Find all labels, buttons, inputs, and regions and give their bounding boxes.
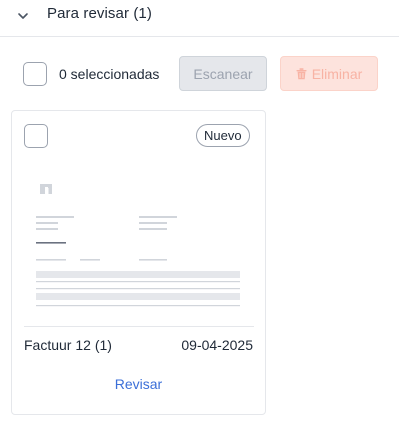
chevron-down-icon[interactable] xyxy=(15,8,31,24)
delete-button[interactable]: Eliminar xyxy=(280,56,378,91)
card-checkbox[interactable] xyxy=(24,124,48,148)
document-thumbnail-icon xyxy=(36,184,240,307)
document-date: 09-04-2025 xyxy=(181,337,253,353)
review-link[interactable]: Revisar xyxy=(12,376,265,392)
scan-button-label: Escanear xyxy=(193,65,253,82)
card-divider xyxy=(24,326,254,327)
delete-button-label: Eliminar xyxy=(311,65,363,82)
document-name: Factuur 12 (1) xyxy=(24,337,112,353)
section-header[interactable]: Para revisar (1) xyxy=(0,0,399,37)
review-section: Para revisar (1) 0 seleccionadas Escanea… xyxy=(0,0,399,430)
section-title: Para revisar (1) xyxy=(47,5,152,22)
status-badge: Nuevo xyxy=(196,124,250,147)
select-all-checkbox[interactable] xyxy=(23,62,47,86)
scan-button[interactable]: Escanear xyxy=(179,56,267,91)
trash-icon xyxy=(296,67,307,80)
document-card[interactable]: Nuevo Factuur 12 (1) 09-04-2025 Revisar xyxy=(11,110,266,415)
selected-count: 0 seleccionadas xyxy=(59,66,160,82)
